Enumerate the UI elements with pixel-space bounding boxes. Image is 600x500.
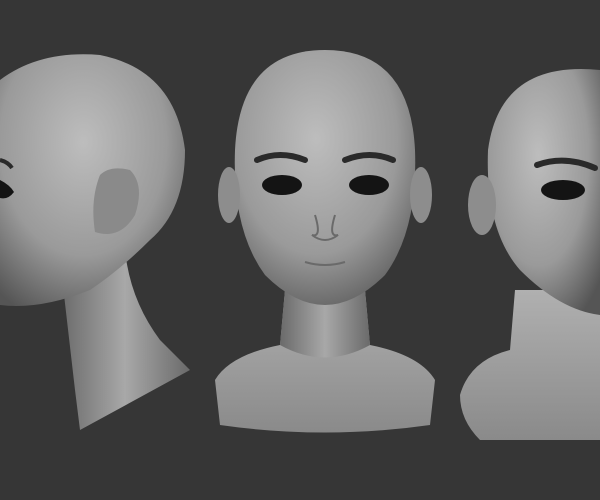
eye (541, 180, 585, 200)
sculpt-render-scene (0, 0, 600, 500)
eye-left (262, 175, 302, 195)
ear-right (410, 167, 432, 223)
head-front-view (215, 50, 435, 433)
ear-left (218, 167, 240, 223)
ear (468, 175, 496, 235)
eye-right (349, 175, 389, 195)
